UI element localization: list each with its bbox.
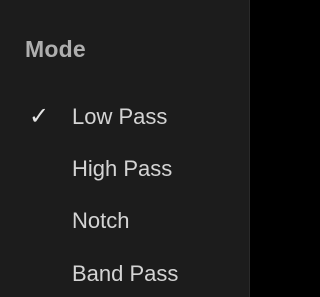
menu-item-label: Notch: [72, 208, 130, 233]
menu-item-label: Low Pass: [72, 104, 168, 129]
check-icon: ✓: [29, 103, 50, 130]
menu-item-high-pass[interactable]: High Pass: [0, 149, 250, 189]
menu-item-label: High Pass: [72, 156, 173, 181]
menu-item-notch[interactable]: Notch: [0, 201, 250, 241]
menu-item-label: Band Pass: [72, 261, 179, 286]
mode-menu: Mode ✓ Low Pass High Pass Notch Band Pas…: [0, 0, 250, 297]
menu-item-band-pass[interactable]: Band Pass: [0, 254, 250, 294]
menu-header: Mode: [25, 36, 86, 62]
menu-item-low-pass[interactable]: ✓ Low Pass: [0, 97, 250, 137]
